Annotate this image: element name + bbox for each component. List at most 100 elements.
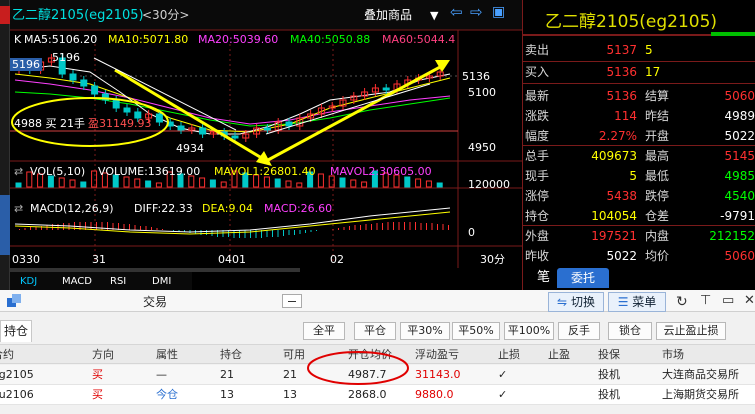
position-profit: 盈31149.93 bbox=[88, 117, 152, 130]
tab-orders[interactable]: 委托 bbox=[557, 268, 609, 288]
volume-bar bbox=[15, 182, 22, 188]
refresh-icon[interactable]: ↻ bbox=[676, 294, 688, 310]
fullscreen-icon[interactable]: ▣ bbox=[492, 5, 505, 19]
bid-volume: 17 bbox=[645, 65, 661, 79]
cell-avail: 21 bbox=[283, 368, 297, 381]
column-header[interactable]: 投保 bbox=[598, 345, 620, 365]
action-button-4[interactable]: 平100% bbox=[504, 322, 554, 340]
column-header[interactable]: 可用 bbox=[283, 345, 305, 365]
quote-stat-row: 现手 5 最低 4985 bbox=[523, 166, 755, 186]
column-header[interactable]: 属性 bbox=[156, 345, 178, 365]
quote-stat-row: 涨停 5438 跌停 4540 bbox=[523, 186, 755, 206]
candle-body bbox=[177, 125, 185, 131]
indicator-tab-dmi[interactable]: DMI bbox=[152, 275, 171, 288]
cell-attr: 今仓 bbox=[156, 388, 178, 401]
candle-body bbox=[123, 107, 131, 113]
cell-market: 上海期货交易所 bbox=[662, 388, 739, 401]
column-header[interactable]: 方向 bbox=[92, 345, 114, 365]
action-button-1[interactable]: 平仓 bbox=[354, 322, 396, 340]
column-header[interactable]: 浮动盈亏 bbox=[415, 345, 459, 365]
column-header[interactable]: 合约 bbox=[0, 345, 14, 365]
volume-bar bbox=[415, 178, 422, 188]
mavol2-value: MAVOL2:30605.00 bbox=[330, 165, 432, 178]
low-price-label: 4934 bbox=[176, 142, 204, 155]
stat-label: 开盘 bbox=[645, 129, 670, 143]
menu-button[interactable]: ☰ 菜单 bbox=[608, 292, 666, 312]
volume-bar bbox=[145, 180, 152, 188]
quote-stat-row: 幅度 2.27% 开盘 5022 bbox=[523, 126, 755, 146]
ask-price: 5137 bbox=[606, 43, 637, 57]
stat-value: 5022 bbox=[724, 129, 755, 143]
column-header[interactable]: 止损 bbox=[498, 345, 520, 365]
cell-hedge: 投机 bbox=[598, 388, 620, 401]
volume-bar bbox=[361, 181, 368, 188]
quote-stat-row: 持仓 104054 仓差 -9791 bbox=[523, 206, 755, 226]
column-header[interactable]: 止盈 bbox=[548, 345, 570, 365]
column-header[interactable]: 市场 bbox=[662, 345, 684, 365]
next-arrow-icon[interactable]: ⇨ bbox=[470, 5, 483, 20]
trading-title: 交易 bbox=[143, 295, 168, 309]
macd-toggle-icon[interactable]: ⇄ bbox=[14, 202, 23, 215]
stat-label: 外盘 bbox=[525, 229, 550, 243]
macd-name: MACD(12,26,9) bbox=[30, 202, 114, 215]
stat-value: 5022 bbox=[606, 249, 637, 263]
ma5-label: MA5:5106.20 bbox=[24, 33, 98, 46]
stat-value: 409673 bbox=[591, 149, 637, 163]
quote-header: 乙二醇2105(eg2105) bbox=[523, 0, 755, 36]
cell-sl: ✓ bbox=[498, 368, 508, 381]
action-button-5[interactable]: 反手 bbox=[558, 322, 600, 340]
dropdown-caret-icon[interactable]: ▼ bbox=[430, 9, 438, 22]
action-button-0[interactable]: 全平 bbox=[303, 322, 345, 340]
cell-dir: 买 bbox=[92, 388, 103, 401]
toolbar-tab-blue[interactable] bbox=[0, 195, 10, 255]
volume-bar bbox=[69, 179, 76, 188]
action-button-3[interactable]: 平50% bbox=[452, 322, 500, 340]
overlay-dropdown[interactable]: 叠加商品 bbox=[364, 9, 412, 22]
volume-axis-label: 120000 bbox=[468, 178, 510, 191]
quote-title: 乙二醇2105(eg2105) bbox=[545, 12, 718, 32]
bid-row[interactable]: 买入 5136 17 bbox=[523, 62, 755, 82]
switch-button[interactable]: ⇋ 切换 bbox=[548, 292, 604, 312]
volume-bar bbox=[134, 178, 141, 188]
stat-value: 4985 bbox=[724, 169, 755, 183]
column-header[interactable]: 持仓 bbox=[220, 345, 242, 365]
macd-axis-zero: 0 bbox=[468, 226, 475, 239]
kline-chart[interactable]: 乙二醇2105(eg2105) <30分> 叠加商品 ▼ ⇦ ⇨ ▣ K MA5… bbox=[10, 0, 522, 290]
table-row[interactable]: au2106 买 今仓 13 13 2868.0 9880.0 ✓ 投机 上海期货交易所 bbox=[0, 385, 755, 405]
tab-ticks[interactable]: 笔 bbox=[537, 268, 550, 288]
action-button-2[interactable]: 平30% bbox=[400, 322, 450, 340]
minimize-button[interactable] bbox=[282, 294, 302, 308]
indicator-tab-macd[interactable]: MACD bbox=[62, 275, 92, 288]
cell-contract: eg2105 bbox=[0, 368, 34, 381]
ma20-label: MA20:5039.60 bbox=[198, 33, 279, 46]
stat-value: 114 bbox=[614, 109, 637, 123]
ma-k-label: K bbox=[14, 33, 22, 46]
ask-row[interactable]: 卖出 5137 5 bbox=[523, 40, 755, 60]
pin-icon[interactable]: ⊤ bbox=[700, 293, 711, 308]
stat-label: 结算 bbox=[645, 89, 670, 103]
float-icon[interactable]: ▭ bbox=[722, 293, 734, 308]
quote-stat-row: 涨跌 114 昨结 4989 bbox=[523, 106, 755, 126]
prev-arrow-icon[interactable]: ⇦ bbox=[450, 5, 463, 20]
stat-label: 最新 bbox=[525, 89, 550, 103]
stat-value: 5060 bbox=[724, 249, 755, 263]
cell-pos: 21 bbox=[220, 368, 234, 381]
close-icon[interactable]: ✕ bbox=[744, 293, 755, 308]
action-button-7[interactable]: 云止盈止损 bbox=[656, 322, 726, 340]
cell-pnl: 9880.0 bbox=[415, 388, 454, 401]
cursor-price-label: 5196 bbox=[10, 58, 42, 71]
stat-value: 4989 bbox=[724, 109, 755, 123]
vol-value: VOLUME:13619.00 bbox=[98, 165, 201, 178]
action-button-6[interactable]: 锁仓 bbox=[608, 322, 652, 340]
volume-bar bbox=[339, 177, 346, 188]
cell-market: 大连商品交易所 bbox=[662, 368, 739, 381]
volume-toggle-icon[interactable]: ⇄ bbox=[14, 165, 23, 178]
tab-positions[interactable]: 持仓 bbox=[0, 320, 32, 342]
toolbar-tab-red[interactable] bbox=[0, 6, 10, 24]
indicator-tab-rsi[interactable]: RSI bbox=[110, 275, 126, 288]
bid-label: 买入 bbox=[525, 65, 550, 79]
quote-stat-row: 总手 409673 最高 5145 bbox=[523, 146, 755, 166]
stat-label: 昨收 bbox=[525, 249, 550, 263]
chart-period[interactable]: <30分> bbox=[142, 9, 189, 22]
indicator-tab-kdj[interactable]: KDJ bbox=[20, 275, 37, 288]
